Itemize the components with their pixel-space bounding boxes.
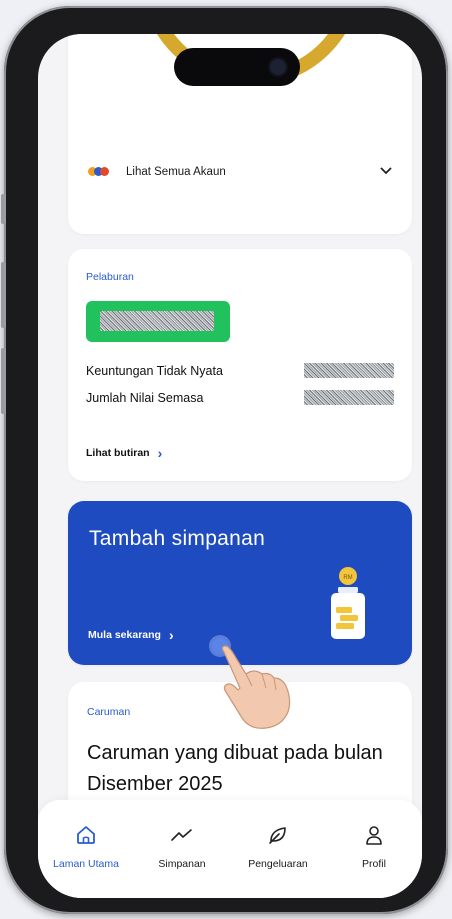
status-time: 15: [104, 46, 121, 63]
view-details-label: Lihat butiran: [86, 447, 150, 459]
tab-savings[interactable]: Simpanan: [134, 800, 230, 898]
chevron-right-icon: ›: [168, 627, 174, 643]
wifi-icon: [358, 50, 374, 62]
chevron-down-icon[interactable]: [380, 166, 392, 178]
pointing-hand-icon: [221, 645, 291, 729]
home-icon: [77, 826, 95, 844]
status-icons: [336, 50, 406, 62]
accounts-icon: [88, 167, 110, 177]
leaf-icon: [269, 827, 286, 844]
investment-card: Pelaburan Keuntungan Tidak Nyata Jumlah …: [68, 249, 412, 481]
tab-home[interactable]: Laman Utama: [38, 800, 134, 898]
investment-balance-pill: [86, 301, 230, 342]
chevron-right-icon: ›: [157, 445, 163, 461]
phone-frame: Lihat Semua Akaun 15 Pelaburan Keuntunga…: [1, 6, 448, 914]
current-value-label: Jumlah Nilai Semasa: [86, 390, 204, 405]
start-now-button[interactable]: Mula sekarang ›: [88, 627, 174, 643]
current-value-row: Jumlah Nilai Semasa: [86, 390, 394, 405]
tab-home-label: Laman Utama: [53, 858, 119, 870]
trend-icon: [171, 829, 192, 841]
app-screen: Lihat Semua Akaun 15 Pelaburan Keuntunga…: [38, 34, 422, 898]
unrealized-gain-row: Keuntungan Tidak Nyata: [86, 363, 394, 378]
add-savings-title: Tambah simpanan: [89, 527, 266, 550]
add-savings-card[interactable]: Tambah simpanan Mula sekarang › RM: [68, 501, 412, 665]
investment-section-label: Pelaburan: [86, 271, 134, 283]
contribution-title: Caruman yang dibuat pada bulan Disember …: [87, 742, 383, 795]
view-details-link[interactable]: Lihat butiran ›: [86, 445, 162, 461]
user-icon: [366, 826, 382, 845]
savings-jar-icon: RM: [331, 567, 365, 639]
tab-savings-label: Simpanan: [158, 858, 206, 870]
start-now-label: Mula sekarang: [88, 629, 161, 641]
tab-profile[interactable]: Profil: [326, 800, 422, 898]
contribution-section-label: Caruman: [87, 706, 131, 718]
masked-current-value: [304, 390, 394, 405]
silent-switch: [1, 194, 6, 224]
camera-icon: [270, 59, 286, 75]
masked-unrealized-gain: [304, 363, 394, 378]
tab-withdrawal[interactable]: Pengeluaran: [230, 800, 326, 898]
see-all-accounts-label: Lihat Semua Akaun: [126, 166, 226, 178]
bottom-tab-bar: Laman Utama Simpanan Pengeluaran Profil: [38, 800, 422, 898]
dynamic-island: [174, 48, 300, 86]
signal-icon: [336, 50, 351, 62]
masked-balance: [100, 311, 214, 331]
tab-profile-label: Profil: [362, 858, 386, 870]
volume-down-button: [1, 348, 6, 414]
see-all-accounts-row[interactable]: Lihat Semua Akaun: [88, 166, 392, 178]
tab-withdrawal-label: Pengeluaran: [248, 858, 308, 870]
volume-up-button: [1, 262, 6, 328]
unrealized-gain-label: Keuntungan Tidak Nyata: [86, 363, 223, 378]
jar-badge-text: RM: [343, 575, 352, 581]
battery-icon: [380, 50, 406, 62]
